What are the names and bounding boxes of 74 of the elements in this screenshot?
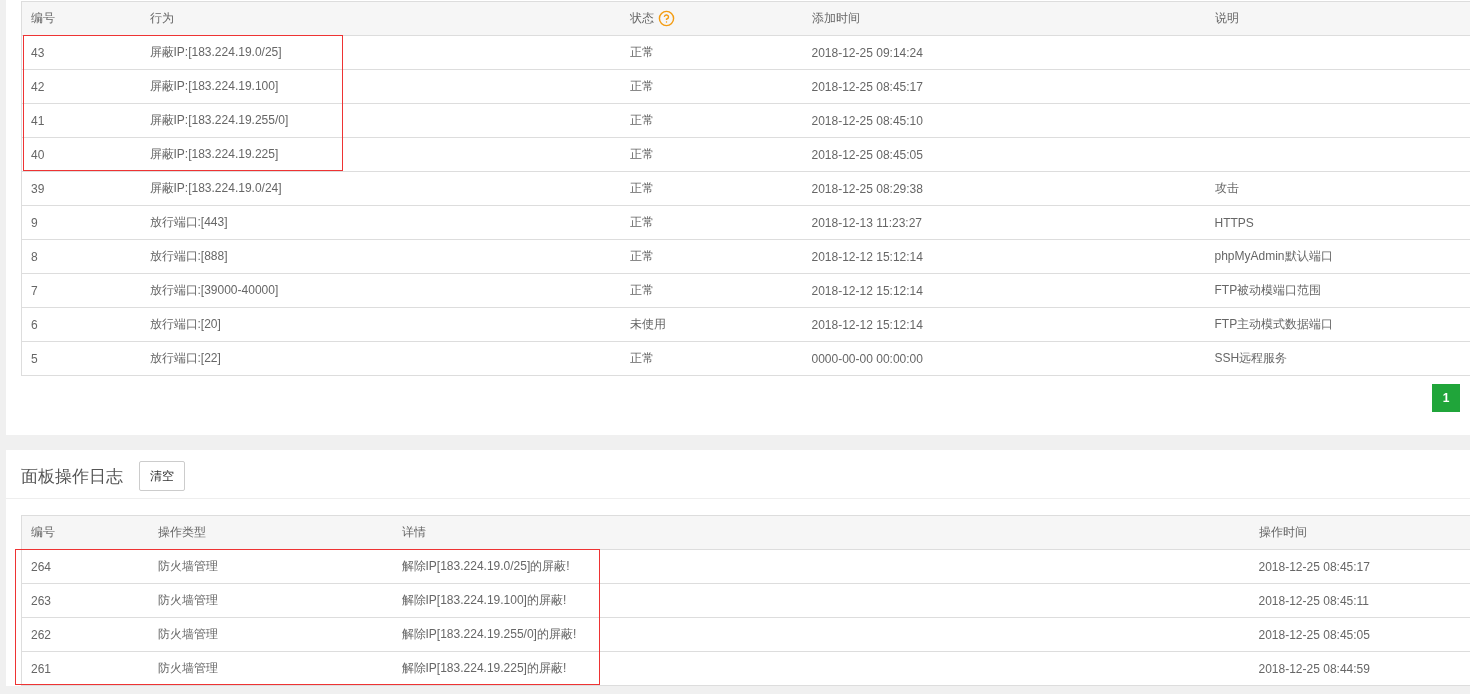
table-cell: phpMyAdmin默认端口 bbox=[1205, 239, 1470, 274]
table-cell: 7 bbox=[31, 283, 38, 298]
table-cell: 2018-12-25 08:45:11 bbox=[1249, 583, 1470, 618]
table-cell: 正常 bbox=[620, 137, 803, 172]
column-header: 说明 bbox=[1205, 1, 1470, 36]
table-cell: 正常 bbox=[620, 103, 803, 138]
table-cell: 正常 bbox=[620, 341, 803, 376]
table-cell: 正常 bbox=[620, 205, 803, 240]
table-cell: 5 bbox=[31, 351, 38, 366]
column-header: 详情 bbox=[392, 515, 1250, 550]
table-cell: 放行端口:[888] bbox=[140, 239, 621, 274]
column-label: 状态 bbox=[629, 10, 654, 27]
table-cell: 解除IP[183.224.19.225]的屏蔽! bbox=[392, 651, 1250, 686]
table-cell: 2018-12-25 08:44:59 bbox=[1249, 651, 1470, 686]
table-cell: 防火墙管理 bbox=[148, 617, 393, 652]
table-cell: 9 bbox=[31, 215, 38, 230]
table-cell: 2018-12-25 09:14:24 bbox=[802, 35, 1206, 70]
column-header: 编号 bbox=[21, 515, 149, 550]
table-cell: 正常 bbox=[620, 273, 803, 308]
column-header: 添加时间 bbox=[802, 1, 1206, 36]
table-cell: 8 bbox=[31, 249, 38, 264]
column-header: 操作时间 bbox=[1249, 515, 1470, 550]
table-cell: 39 bbox=[31, 181, 45, 196]
table-cell: 正常 bbox=[620, 69, 803, 104]
table-cell: 解除IP[183.224.19.100]的屏蔽! bbox=[392, 583, 1250, 618]
table-cell: 262 bbox=[31, 627, 52, 642]
table-cell: 2018-12-25 08:29:38 bbox=[802, 171, 1206, 206]
table-cell: 正常 bbox=[620, 171, 803, 206]
table-cell: SSH远程服务 bbox=[1205, 341, 1470, 376]
clear-button[interactable]: 清空 bbox=[139, 461, 185, 491]
table-cell: 263 bbox=[31, 593, 52, 608]
table-cell: 屏蔽IP:[183.224.19.0/24] bbox=[140, 171, 621, 206]
table-cell: 攻击 bbox=[1205, 171, 1470, 206]
table-cell: 41 bbox=[31, 113, 45, 128]
column-header: 行为 bbox=[140, 1, 621, 36]
table-cell: HTTPS bbox=[1205, 205, 1470, 240]
table-cell: 放行端口:[20] bbox=[140, 307, 621, 342]
table-cell: 未使用 bbox=[620, 307, 803, 342]
table-cell: 2018-12-25 08:45:17 bbox=[1249, 549, 1470, 584]
panel-title: 面板操作日志 bbox=[21, 465, 123, 488]
table-cell: 6 bbox=[31, 317, 38, 332]
table-cell: 放行端口:[443] bbox=[140, 205, 621, 240]
table-cell: FTP被动模端口范围 bbox=[1205, 273, 1470, 308]
table-cell: FTP主动模式数据端口 bbox=[1205, 307, 1470, 342]
table-cell: 43 bbox=[31, 45, 45, 60]
table-cell: 防火墙管理 bbox=[148, 651, 393, 686]
table-cell: 2018-12-25 08:45:05 bbox=[802, 137, 1206, 172]
table-cell: 屏蔽IP:[183.224.19.100] bbox=[140, 69, 621, 104]
table-cell: 0000-00-00 00:00:00 bbox=[802, 341, 1206, 376]
column-header: 编号 bbox=[21, 1, 141, 36]
table-cell: 解除IP[183.224.19.0/25]的屏蔽! bbox=[392, 549, 1250, 584]
table-cell: 屏蔽IP:[183.224.19.255/0] bbox=[140, 103, 621, 138]
table-cell: 2018-12-25 08:45:10 bbox=[802, 103, 1206, 138]
table-cell: 正常 bbox=[620, 239, 803, 274]
table-cell: 2018-12-12 15:12:14 bbox=[802, 239, 1206, 274]
help-icon[interactable] bbox=[657, 10, 675, 27]
table-cell: 2018-12-25 08:45:17 bbox=[802, 69, 1206, 104]
table-cell: 2018-12-12 15:12:14 bbox=[802, 307, 1206, 342]
table-cell: 屏蔽IP:[183.224.19.225] bbox=[140, 137, 621, 172]
table-cell: 40 bbox=[31, 147, 45, 162]
table-cell: 2018-12-13 11:23:27 bbox=[802, 205, 1206, 240]
table-cell: 42 bbox=[31, 79, 45, 94]
table-cell: 放行端口:[22] bbox=[140, 341, 621, 376]
table-cell: 正常 bbox=[620, 35, 803, 70]
table-cell: 解除IP[183.224.19.255/0]的屏蔽! bbox=[392, 617, 1250, 652]
table-cell: 放行端口:[39000-40000] bbox=[140, 273, 621, 308]
column-header: 操作类型 bbox=[148, 515, 393, 550]
table-cell: 防火墙管理 bbox=[148, 583, 393, 618]
table-cell: 261 bbox=[31, 661, 52, 676]
table-cell: 2018-12-12 15:12:14 bbox=[802, 273, 1206, 308]
table-cell: 屏蔽IP:[183.224.19.0/25] bbox=[140, 35, 621, 70]
table-cell: 2018-12-25 08:45:05 bbox=[1249, 617, 1470, 652]
table-cell: 264 bbox=[31, 559, 52, 574]
table-cell: 防火墙管理 bbox=[148, 549, 393, 584]
